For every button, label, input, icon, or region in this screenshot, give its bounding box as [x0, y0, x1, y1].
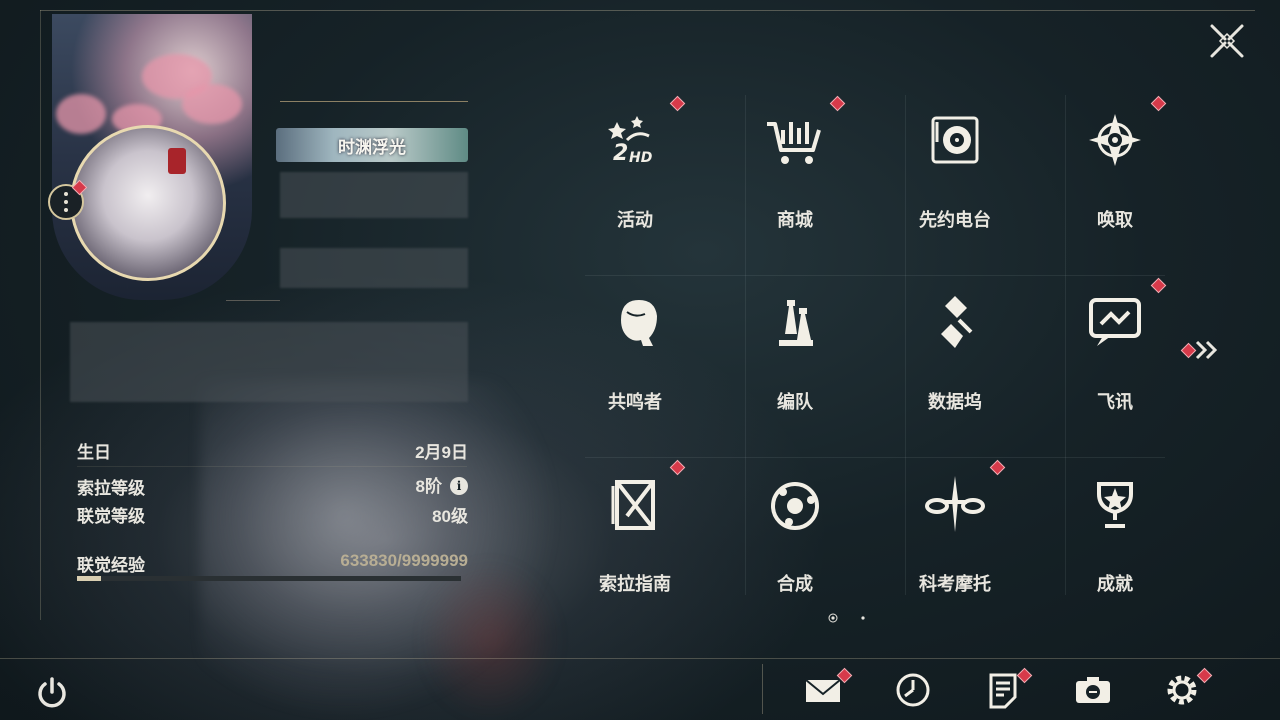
menu-item-convene[interactable]: 唤取: [1045, 100, 1185, 250]
grid-line: [585, 275, 1165, 276]
menu-item-label: 科考摩托: [919, 574, 991, 594]
menu-item-messages[interactable]: 飞讯: [1045, 282, 1185, 432]
divider: [77, 466, 467, 467]
compass-icon: [1089, 114, 1141, 166]
next-page-icon[interactable]: [1194, 338, 1220, 362]
menu-item-label: 活动: [617, 210, 653, 230]
birthday-value: 2月9日: [415, 443, 468, 462]
background-detail: [420, 560, 560, 720]
page-indicator: [828, 613, 865, 623]
frame-left-line: [40, 10, 41, 620]
menu-item-activity[interactable]: 2 HD 活动: [565, 100, 705, 250]
guidebook-icon: [611, 480, 655, 530]
grid-line: [585, 457, 1165, 458]
name-plate[interactable]: 时渊浮光: [276, 128, 468, 162]
blurred-info: [280, 172, 468, 218]
info-icon[interactable]: i: [450, 477, 468, 495]
svg-text:2: 2: [613, 141, 628, 166]
menu-item-guidebook[interactable]: 索拉指南: [565, 464, 705, 614]
union-exp-value: 633830/9999999: [340, 551, 468, 570]
clock-icon[interactable]: [893, 670, 933, 710]
menu-item-label: 商城: [777, 210, 813, 230]
shop-cart-icon: [767, 122, 821, 164]
blurred-signature: [70, 322, 468, 402]
resonator-icon: [621, 300, 657, 346]
menu-item-data-dock[interactable]: 数据坞: [885, 282, 1025, 432]
event-icon: 2 HD: [608, 116, 652, 166]
union-exp-label: 联觉经验: [77, 556, 145, 575]
svg-text:HD: HD: [629, 150, 652, 166]
team-icon: [779, 300, 813, 346]
union-exp-fill: [77, 576, 102, 581]
avatar[interactable]: [70, 125, 226, 281]
menu-item-label: 共鸣者: [608, 392, 662, 412]
union-level-value: 80级: [432, 507, 468, 526]
synthesis-icon: [771, 482, 819, 530]
blurred-info: [280, 248, 468, 288]
sola-level-label: 索拉等级: [77, 479, 145, 498]
settings-gear-icon[interactable]: [1162, 670, 1202, 710]
menu-item-resonators[interactable]: 共鸣者: [565, 282, 705, 432]
menu-item-label: 数据坞: [928, 392, 982, 412]
menu-item-shop[interactable]: 商城: [725, 100, 865, 250]
menu-item-label: 成就: [1097, 574, 1133, 594]
menu-item-label: 索拉指南: [599, 574, 671, 594]
menu-item-synthesis[interactable]: 合成: [725, 464, 865, 614]
motorcycle-icon: [925, 476, 985, 532]
radio-icon: [931, 116, 979, 164]
menu-item-motorcycle[interactable]: 科考摩托: [885, 464, 1025, 614]
close-icon[interactable]: [1208, 22, 1246, 60]
menu-item-radio[interactable]: 先约电台: [885, 100, 1025, 250]
menu-item-label: 先约电台: [919, 210, 991, 230]
power-icon[interactable]: [35, 676, 69, 710]
union-level-label: 联觉等级: [77, 507, 145, 526]
divider: [762, 664, 763, 714]
more-dots-icon: [64, 190, 68, 214]
trophy-icon: [1097, 482, 1133, 528]
camera-icon[interactable]: [1073, 670, 1113, 710]
page-dot-current-center: [831, 616, 835, 620]
menu-item-label: 唤取: [1097, 210, 1133, 230]
menu-item-achievements[interactable]: 成就: [1045, 464, 1185, 614]
data-dock-icon: [941, 296, 973, 348]
sola-level-value: 8阶 i: [416, 472, 468, 497]
hair-bow: [168, 148, 186, 174]
union-exp-bar: [77, 576, 461, 581]
frame-top-line: [40, 10, 1255, 11]
menu-item-label: 合成: [777, 574, 813, 594]
page-dot: [861, 616, 865, 620]
sola-level-text: 8阶: [415, 477, 442, 496]
message-icon: [1089, 298, 1141, 346]
menu-item-label: 飞讯: [1097, 392, 1133, 412]
divider: [226, 300, 280, 301]
menu-item-team[interactable]: 编队: [725, 282, 865, 432]
birthday-label: 生日: [77, 443, 111, 462]
divider: [280, 101, 468, 102]
frame-bottom-line: [0, 658, 1280, 659]
menu-item-label: 编队: [777, 392, 813, 412]
name-plate-text: 时渊浮光: [338, 137, 406, 157]
